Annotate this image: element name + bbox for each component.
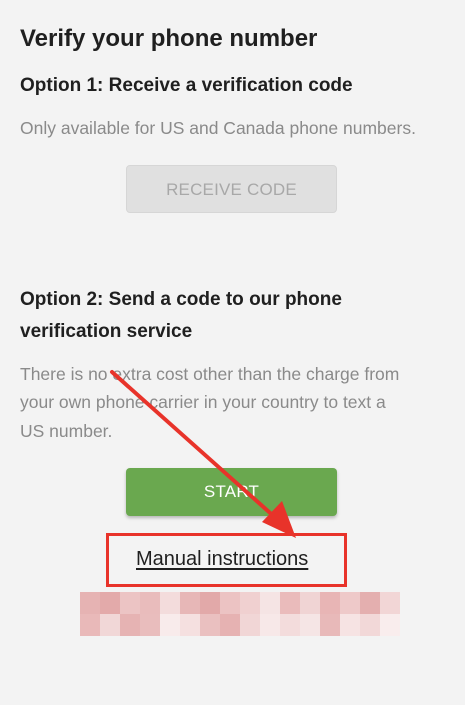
redacted-cell <box>220 614 240 636</box>
start-button[interactable]: START <box>126 468 337 516</box>
redacted-cell <box>380 614 400 636</box>
redacted-cell <box>320 592 340 614</box>
redacted-cell <box>240 592 260 614</box>
option1-heading: Option 1: Receive a verification code <box>20 75 353 96</box>
redacted-cell <box>380 592 400 614</box>
redacted-cell <box>320 614 340 636</box>
receive-code-button[interactable]: RECEIVE CODE <box>126 165 337 213</box>
redacted-cell <box>240 614 260 636</box>
redacted-cell <box>180 614 200 636</box>
redacted-cell <box>340 592 360 614</box>
redacted-cell <box>220 592 240 614</box>
redacted-cell <box>120 614 140 636</box>
option1-description: Only available for US and Canada phone n… <box>20 118 416 138</box>
verify-phone-screen: Verify your phone number Option 1: Recei… <box>0 0 465 705</box>
redacted-cell <box>360 592 380 614</box>
redacted-content <box>80 592 400 636</box>
redacted-cell <box>160 614 180 636</box>
redacted-cell <box>340 614 360 636</box>
redacted-cell <box>80 614 100 636</box>
option2-description-line2: your own phone carrier in your country t… <box>20 392 386 412</box>
redacted-cell <box>300 614 320 636</box>
redacted-cell <box>140 614 160 636</box>
redacted-cell <box>200 592 220 614</box>
redacted-cell <box>260 614 280 636</box>
option2-description-line1: There is no extra cost other than the ch… <box>20 364 400 384</box>
redacted-cell <box>300 592 320 614</box>
redacted-cell <box>100 592 120 614</box>
page-title: Verify your phone number <box>20 25 318 52</box>
option2-heading-line2: verification service <box>20 321 193 342</box>
manual-instructions-link[interactable]: Manual instructions <box>136 548 308 571</box>
redacted-cell <box>180 592 200 614</box>
redacted-cell <box>200 614 220 636</box>
redacted-cell <box>280 614 300 636</box>
redacted-cell <box>140 592 160 614</box>
option2-description-line3: US number. <box>20 421 113 441</box>
redacted-cell <box>100 614 120 636</box>
redacted-cell <box>280 592 300 614</box>
redacted-cell <box>80 592 100 614</box>
redacted-cell <box>260 592 280 614</box>
redacted-cell <box>120 592 140 614</box>
redacted-cell <box>160 592 180 614</box>
redacted-cell <box>360 614 380 636</box>
option2-heading-line1: Option 2: Send a code to our phone <box>20 289 342 310</box>
